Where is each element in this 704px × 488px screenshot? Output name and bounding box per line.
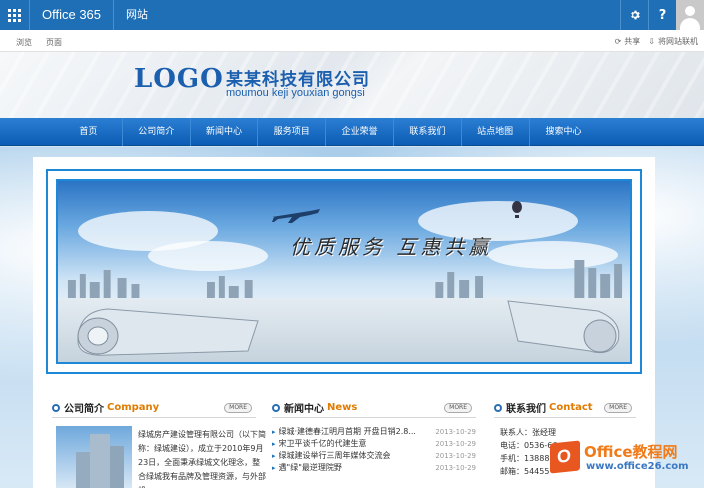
ribbon: 浏览 页面 ⟳ 共享 ⇩ 将网站联机 (0, 30, 704, 52)
app-launcher-button[interactable] (0, 0, 30, 30)
help-button[interactable]: ? (648, 0, 676, 30)
bullet-icon (272, 403, 280, 412)
news-section-title-en: News (327, 402, 358, 413)
news-date: 2013-10-29 (435, 452, 476, 460)
nav-news[interactable]: 新闻中心 (191, 118, 259, 146)
share-label: 共享 (624, 37, 641, 46)
hot-air-balloon-icon (512, 201, 522, 218)
contact-more-button[interactable]: MORE (604, 403, 632, 413)
hero-banner: 优质服务 互惠共赢 (46, 169, 642, 374)
contact-section-title: 联系我们 (506, 404, 546, 415)
settings-button[interactable] (620, 0, 648, 30)
news-item[interactable]: ▸ 绿城建设举行三周年媒体交流会 2013-10-29 (272, 450, 476, 462)
nav-honors[interactable]: 企业荣誉 (326, 118, 394, 146)
news-item[interactable]: ▸ 遇"绿"最逆理院野 2013-10-29 (272, 462, 476, 474)
arrow-icon: ▸ (272, 428, 276, 436)
watermark-url: www.office26.com (586, 461, 689, 472)
office365-brand[interactable]: Office 365 (30, 0, 115, 30)
nav-about[interactable]: 公司简介 (123, 118, 191, 146)
news-date: 2013-10-29 (435, 440, 476, 448)
tab-browse[interactable]: 浏览 (16, 37, 32, 48)
waffle-icon (8, 8, 21, 22)
contact-section-header: 联系我们 Contact MORE (494, 398, 636, 418)
contact-section-title-en: Contact (549, 402, 593, 413)
company-section: 公司简介 Company MORE 绿城房产建设管理有限公司（以下简称：绿城建设… (52, 398, 266, 488)
news-section: 新闻中心 News MORE ▸ 绿城·建德春江明月首期 开盘日销2.8... … (272, 398, 476, 488)
watermark-title: Office教程网 (584, 443, 678, 461)
arrow-icon: ▸ (272, 464, 276, 472)
company-section-header: 公司简介 Company MORE (52, 398, 256, 418)
sync-label: 将网站联机 (658, 37, 698, 46)
arrow-icon: ▸ (272, 452, 276, 460)
news-date: 2013-10-29 (435, 464, 476, 472)
nav-sitemap[interactable]: 站点地图 (462, 118, 530, 146)
company-more-button[interactable]: MORE (224, 403, 252, 413)
banner-image: 优质服务 互惠共赢 (56, 179, 632, 364)
suite-bar: Office 365 网站 ? (0, 0, 704, 30)
company-intro-text: 绿城房产建设管理有限公司（以下简称：绿城建设），成立于2010年9月23日，全面… (138, 430, 266, 488)
news-title[interactable]: 绿城·建德春江明月首期 开盘日销2.8... (279, 426, 432, 438)
nav-search[interactable]: 搜索中心 (530, 118, 598, 146)
news-title[interactable]: 宋卫平谈千亿的代建生意 (279, 438, 432, 450)
gear-icon (630, 10, 640, 20)
scroll-right-graphic (507, 300, 620, 354)
avatar[interactable] (676, 0, 704, 30)
nav-home[interactable]: 首页 (55, 118, 123, 146)
arrow-icon: ▸ (272, 440, 276, 448)
share-icon: ⟳ (614, 37, 622, 46)
share-button[interactable]: ⟳ 共享 (615, 36, 641, 47)
news-item[interactable]: ▸ 绿城·建德春江明月首期 开盘日销2.8... 2013-10-29 (272, 426, 476, 438)
site-header: LOGO 某某科技有限公司 moumou keji youxian gongsi (0, 52, 704, 118)
banner-slogan: 优质服务 互惠共赢 (290, 235, 493, 259)
company-section-title: 公司简介 (64, 404, 104, 415)
bullet-icon (494, 403, 502, 412)
company-section-title-en: Company (107, 402, 160, 413)
nav-contact[interactable]: 联系我们 (394, 118, 462, 146)
office-logo-icon: O (550, 440, 580, 474)
news-more-button[interactable]: MORE (444, 403, 472, 413)
nav-services[interactable]: 服务项目 (258, 118, 327, 146)
company-building-image (56, 426, 132, 488)
site-link[interactable]: 网站 (114, 0, 160, 30)
office26-watermark: O Office教程网 www.office26.com (546, 437, 704, 488)
news-date: 2013-10-29 (435, 428, 476, 436)
tab-page[interactable]: 页面 (46, 37, 62, 48)
news-section-header: 新闻中心 News MORE (272, 398, 476, 418)
site-logo[interactable]: LOGO (134, 64, 224, 94)
news-section-title: 新闻中心 (284, 404, 324, 415)
sync-button[interactable]: ⇩ 将网站联机 (648, 36, 698, 47)
scroll-left-graphic (77, 308, 259, 356)
news-title[interactable]: 遇"绿"最逆理院野 (279, 462, 432, 474)
sync-icon: ⇩ (648, 37, 655, 46)
airplane-icon (272, 209, 320, 223)
company-name-pinyin: moumou keji youxian gongsi (226, 87, 365, 99)
news-item[interactable]: ▸ 宋卫平谈千亿的代建生意 2013-10-29 (272, 438, 476, 450)
news-title[interactable]: 绿城建设举行三周年媒体交流会 (279, 450, 432, 462)
main-nav: 首页 公司简介 新闻中心 服务项目 企业荣誉 联系我们 站点地图 搜索中心 (0, 118, 704, 146)
bullet-icon (52, 403, 60, 412)
